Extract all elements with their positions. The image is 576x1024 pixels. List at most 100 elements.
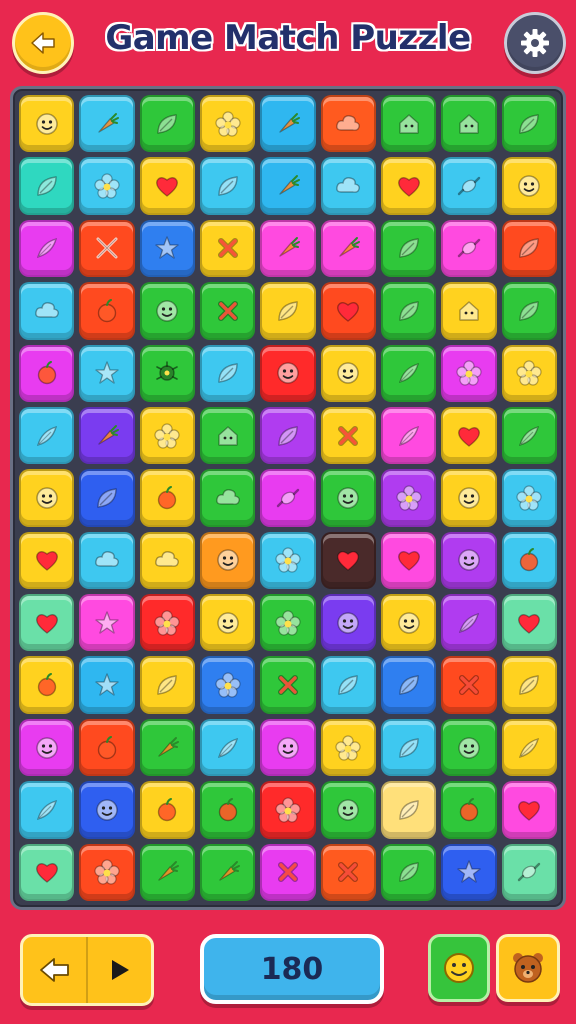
tile-r5-c1[interactable] [19, 344, 75, 402]
tile-r1-c3[interactable] [139, 95, 195, 153]
tile-r8-c3[interactable] [139, 531, 195, 590]
tile-r7-c8[interactable] [441, 469, 497, 527]
tile-r7-c7[interactable] [380, 469, 437, 527]
undo-button[interactable] [23, 937, 86, 1003]
tile-r13-c5[interactable] [260, 843, 316, 901]
tile-r12-c2[interactable] [79, 781, 135, 839]
tile-r8-c1[interactable] [19, 531, 75, 590]
tile-r1-c8[interactable] [441, 95, 497, 153]
tile-r13-c3[interactable] [139, 843, 195, 901]
tile-r12-c7[interactable] [380, 781, 437, 839]
tile-r9-c5[interactable] [260, 594, 316, 652]
tile-r10-c2[interactable] [79, 656, 135, 714]
tile-r4-c2[interactable] [79, 282, 135, 340]
tile-r5-c3[interactable] [139, 344, 195, 402]
tile-r6-c7[interactable] [380, 406, 437, 465]
tile-r9-c7[interactable] [380, 594, 437, 652]
tile-r13-c1[interactable] [19, 843, 75, 901]
tile-r3-c7[interactable] [380, 219, 437, 278]
tile-r2-c9[interactable] [501, 157, 557, 215]
tile-r13-c2[interactable] [79, 843, 135, 901]
tile-r6-c9[interactable] [501, 406, 557, 465]
tile-r10-c5[interactable] [260, 656, 316, 714]
tile-r10-c6[interactable] [320, 656, 376, 714]
tile-r13-c7[interactable] [380, 843, 437, 901]
tile-r7-c2[interactable] [79, 469, 135, 527]
tile-r13-c8[interactable] [441, 843, 497, 901]
tile-r9-c8[interactable] [441, 594, 497, 652]
tile-r5-c4[interactable] [199, 344, 256, 402]
play-button[interactable] [86, 937, 151, 1003]
tile-r1-c5[interactable] [260, 95, 316, 153]
tile-r3-c9[interactable] [501, 219, 557, 278]
tile-r10-c7[interactable] [380, 656, 437, 714]
tile-r4-c5[interactable] [260, 282, 316, 340]
tile-r6-c5[interactable] [260, 406, 316, 465]
tile-r9-c6[interactable] [320, 594, 376, 652]
tile-r2-c7[interactable] [380, 157, 437, 215]
shuffle-button[interactable] [496, 934, 560, 1002]
tile-r6-c4[interactable] [199, 406, 256, 465]
tile-r12-c8[interactable] [441, 781, 497, 839]
tile-r5-c7[interactable] [380, 344, 437, 402]
hint-button[interactable] [428, 934, 490, 1002]
tile-r11-c5[interactable] [260, 718, 316, 777]
tile-r2-c1[interactable] [19, 157, 75, 215]
tile-r2-c8[interactable] [441, 157, 497, 215]
tile-r11-c9[interactable] [501, 718, 557, 777]
tile-r9-c4[interactable] [199, 594, 256, 652]
tile-r9-c3[interactable] [139, 594, 195, 652]
tile-r8-c8[interactable] [441, 531, 497, 590]
tile-r5-c2[interactable] [79, 344, 135, 402]
tile-r2-c2[interactable] [79, 157, 135, 215]
tile-r9-c9[interactable] [501, 594, 557, 652]
tile-r6-c1[interactable] [19, 406, 75, 465]
tile-r1-c6[interactable] [320, 95, 376, 153]
tile-r12-c6[interactable] [320, 781, 376, 839]
tile-r13-c4[interactable] [199, 843, 256, 901]
tile-r1-c1[interactable] [19, 95, 75, 153]
tile-r10-c3[interactable] [139, 656, 195, 714]
tile-r13-c6[interactable] [320, 843, 376, 901]
tile-r3-c8[interactable] [441, 219, 497, 278]
tile-r5-c9[interactable] [501, 344, 557, 402]
tile-r4-c3[interactable] [139, 282, 195, 340]
tile-r10-c1[interactable] [19, 656, 75, 714]
tile-r11-c6[interactable] [320, 718, 376, 777]
tile-r4-c7[interactable] [380, 282, 437, 340]
tile-r5-c8[interactable] [441, 344, 497, 402]
tile-r3-c2[interactable] [79, 219, 135, 278]
tile-r8-c2[interactable] [79, 531, 135, 590]
tile-r3-c1[interactable] [19, 219, 75, 278]
back-button[interactable] [12, 12, 74, 74]
tile-r5-c5[interactable] [260, 344, 316, 402]
tile-r10-c8[interactable] [441, 656, 497, 714]
tile-r8-c9[interactable] [501, 531, 557, 590]
tile-r7-c3[interactable] [139, 469, 195, 527]
tile-r4-c4[interactable] [199, 282, 256, 340]
tile-r8-c7[interactable] [380, 531, 437, 590]
tile-r12-c3[interactable] [139, 781, 195, 839]
tile-r9-c1[interactable] [19, 594, 75, 652]
tile-r12-c4[interactable] [199, 781, 256, 839]
tile-r10-c4[interactable] [199, 656, 256, 714]
tile-r11-c7[interactable] [380, 718, 437, 777]
tile-r3-c3[interactable] [139, 219, 195, 278]
tile-r4-c6[interactable] [320, 282, 376, 340]
tile-r1-c4[interactable] [199, 95, 256, 153]
tile-r6-c3[interactable] [139, 406, 195, 465]
tile-r1-c7[interactable] [380, 95, 437, 153]
tile-r11-c4[interactable] [199, 718, 256, 777]
tile-r7-c6[interactable] [320, 469, 376, 527]
tile-r11-c3[interactable] [139, 718, 195, 777]
tile-r9-c2[interactable] [79, 594, 135, 652]
tile-r7-c1[interactable] [19, 469, 75, 527]
tile-r11-c2[interactable] [79, 718, 135, 777]
tile-r1-c2[interactable] [79, 95, 135, 153]
tile-r13-c9[interactable] [501, 843, 557, 901]
tile-r6-c8[interactable] [441, 406, 497, 465]
tile-r2-c5[interactable] [260, 157, 316, 215]
tile-r11-c8[interactable] [441, 718, 497, 777]
tile-r5-c6[interactable] [320, 344, 376, 402]
tile-r2-c4[interactable] [199, 157, 256, 215]
